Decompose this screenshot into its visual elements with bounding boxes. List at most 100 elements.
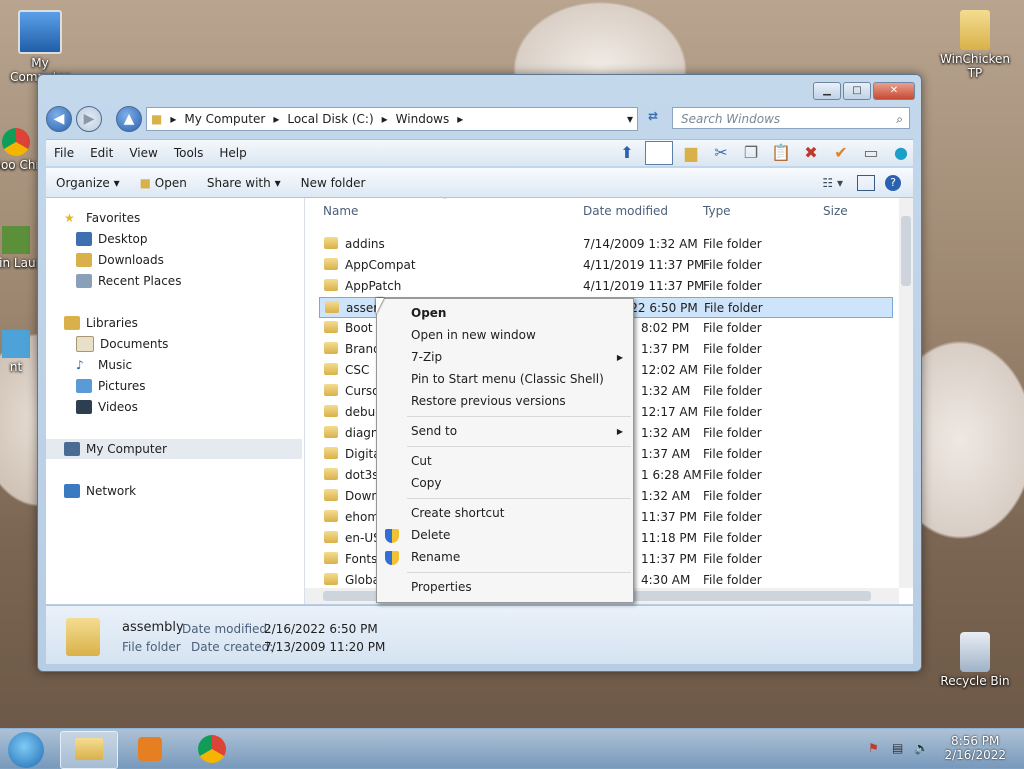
search-input[interactable]: Search Windows ⌕ xyxy=(672,107,910,129)
address-bar[interactable]: ■ ▸ My Computer ▸ Local Disk (C:) ▸ Wind… xyxy=(146,107,638,131)
file-date: 12:17 AM xyxy=(641,405,698,419)
folders-pane-icon[interactable] xyxy=(645,141,673,165)
nav-pictures[interactable]: Pictures xyxy=(76,376,146,396)
menu-bar: File Edit View Tools Help ⬆ ▆ ✂ ❐ 📋 ✖ ✔ … xyxy=(46,139,913,166)
help-globe-icon[interactable]: ● xyxy=(889,142,913,164)
nav-network[interactable]: Network xyxy=(64,481,136,501)
column-date[interactable]: Date modified xyxy=(583,204,668,218)
nav-downloads[interactable]: Downloads xyxy=(76,250,164,270)
file-name: addins xyxy=(345,237,385,251)
desktop-icon-label: Recycle Bin xyxy=(940,674,1010,688)
view-options-icon[interactable]: ☷ ▾ xyxy=(822,176,843,190)
nav-videos[interactable]: Videos xyxy=(76,397,138,417)
file-row[interactable]: AppPatch 4/11/2019 11:37 PM File folder xyxy=(319,276,893,297)
start-button[interactable] xyxy=(8,732,44,768)
up-folder-icon[interactable]: ⬆ xyxy=(615,142,639,164)
column-size[interactable]: Size xyxy=(823,204,848,218)
nav-music[interactable]: ♪ Music xyxy=(76,355,132,375)
menu-restore-versions[interactable]: Restore previous versions xyxy=(411,394,566,408)
scrollbar-thumb[interactable] xyxy=(901,216,911,286)
minimize-button[interactable]: ▁ xyxy=(813,82,841,100)
organize-button[interactable]: Organize ▾ xyxy=(46,176,130,190)
paste-icon[interactable]: 📋 xyxy=(769,142,793,164)
nav-my-computer[interactable]: My Computer xyxy=(46,439,302,459)
chrome-icon xyxy=(198,735,226,763)
file-row[interactable]: addins 7/14/2009 1:32 AM File folder xyxy=(319,234,893,255)
folder-icon xyxy=(324,258,338,270)
details-created-value: 7/13/2009 11:20 PM xyxy=(264,640,386,654)
file-date: 11:37 PM xyxy=(641,510,697,524)
file-type: File folder xyxy=(703,258,762,272)
menu-open-new-window[interactable]: Open in new window xyxy=(411,328,536,342)
address-dropdown-icon[interactable]: ▾ xyxy=(623,112,637,126)
file-type: File folder xyxy=(703,384,762,398)
menu-tools[interactable]: Tools xyxy=(166,146,212,160)
nav-libraries[interactable]: Libraries xyxy=(64,313,138,333)
menu-rename[interactable]: Rename xyxy=(411,550,460,564)
recent-places-icon xyxy=(76,274,92,288)
nav-label: Documents xyxy=(100,337,169,351)
taskbar-clock[interactable]: 8:56 PM 2/16/2022 xyxy=(944,734,1006,762)
network-status-icon[interactable]: ▤ xyxy=(892,741,903,755)
nav-recent-places[interactable]: Recent Places xyxy=(76,271,181,291)
menu-separator xyxy=(407,498,631,499)
chrome-icon xyxy=(2,128,30,156)
close-button[interactable]: ✕ xyxy=(873,82,915,100)
share-with-button[interactable]: Share with ▾ xyxy=(197,176,291,190)
menu-help[interactable]: Help xyxy=(211,146,254,160)
menu-copy[interactable]: Copy xyxy=(411,476,441,490)
back-button[interactable]: ◀ xyxy=(46,106,72,132)
volume-icon[interactable]: 🔈 xyxy=(914,741,929,755)
vertical-scrollbar[interactable] xyxy=(899,198,913,588)
copy-icon[interactable]: ❐ xyxy=(739,142,763,164)
maximize-button[interactable]: □ xyxy=(843,82,871,100)
menu-pin-start[interactable]: Pin to Start menu (Classic Shell) xyxy=(411,372,604,386)
nav-label: Recent Places xyxy=(98,274,182,288)
taskbar-explorer[interactable] xyxy=(60,731,118,769)
menu-file[interactable]: File xyxy=(46,146,82,160)
breadcrumb-item[interactable]: Windows xyxy=(392,112,454,126)
delete-icon[interactable]: ✖ xyxy=(799,142,823,164)
help-icon[interactable]: ? xyxy=(885,174,901,191)
nav-desktop[interactable]: Desktop xyxy=(76,229,148,249)
menu-view[interactable]: View xyxy=(121,146,165,160)
rename-icon[interactable]: ▭ xyxy=(859,142,883,164)
refresh-button[interactable]: ⇄ xyxy=(642,109,664,127)
up-button[interactable]: ▲ xyxy=(116,106,142,132)
desktop-icon-recycle-bin[interactable]: Recycle Bin xyxy=(935,632,1015,688)
nav-documents[interactable]: Documents xyxy=(76,334,168,354)
desktop-icon-my-computer[interactable]: My Computer xyxy=(0,10,80,84)
menu-create-shortcut[interactable]: Create shortcut xyxy=(411,506,504,520)
taskbar-chrome[interactable] xyxy=(184,731,240,767)
menu-7zip[interactable]: 7-Zip xyxy=(411,350,442,364)
folder-options-icon[interactable]: ▆ xyxy=(679,142,703,164)
cut-icon[interactable]: ✂ xyxy=(709,142,733,164)
nav-favorites[interactable]: ★ Favorites xyxy=(64,208,140,228)
taskbar-media-player[interactable] xyxy=(122,731,178,767)
menu-delete[interactable]: Delete xyxy=(411,528,450,542)
menu-properties[interactable]: Properties xyxy=(411,580,472,594)
file-row[interactable]: AppCompat 4/11/2019 11:37 PM File folder xyxy=(319,255,893,276)
command-bar: Organize ▾ ■ Open Share with ▾ New folde… xyxy=(46,168,913,198)
new-folder-button[interactable]: New folder xyxy=(291,176,376,190)
submenu-arrow-icon: ▶ xyxy=(616,427,623,436)
properties-icon[interactable]: ✔ xyxy=(829,142,853,164)
open-button[interactable]: ■ Open xyxy=(130,176,197,190)
action-center-icon[interactable]: ⚑ xyxy=(868,741,879,755)
file-date: 11:37 PM xyxy=(641,552,697,566)
column-type[interactable]: Type xyxy=(703,204,731,218)
preview-pane-icon[interactable] xyxy=(857,174,875,191)
menu-open[interactable]: Open xyxy=(411,306,446,320)
breadcrumb-item[interactable]: My Computer xyxy=(180,112,269,126)
menu-cut[interactable]: Cut xyxy=(411,454,432,468)
search-icon[interactable]: ⌕ xyxy=(896,108,903,130)
nav-label: Videos xyxy=(98,400,138,414)
menu-send-to[interactable]: Send to xyxy=(411,424,457,438)
forward-button[interactable]: ▶ xyxy=(76,106,102,132)
desktop-icon-winchicken[interactable]: WinChicken TP xyxy=(935,10,1015,80)
file-date: 11:18 PM xyxy=(641,531,697,545)
breadcrumb-item[interactable]: Local Disk (C:) xyxy=(283,112,377,126)
menu-edit[interactable]: Edit xyxy=(82,146,121,160)
column-name[interactable]: Name xyxy=(323,204,358,218)
folder-icon xyxy=(325,301,339,313)
